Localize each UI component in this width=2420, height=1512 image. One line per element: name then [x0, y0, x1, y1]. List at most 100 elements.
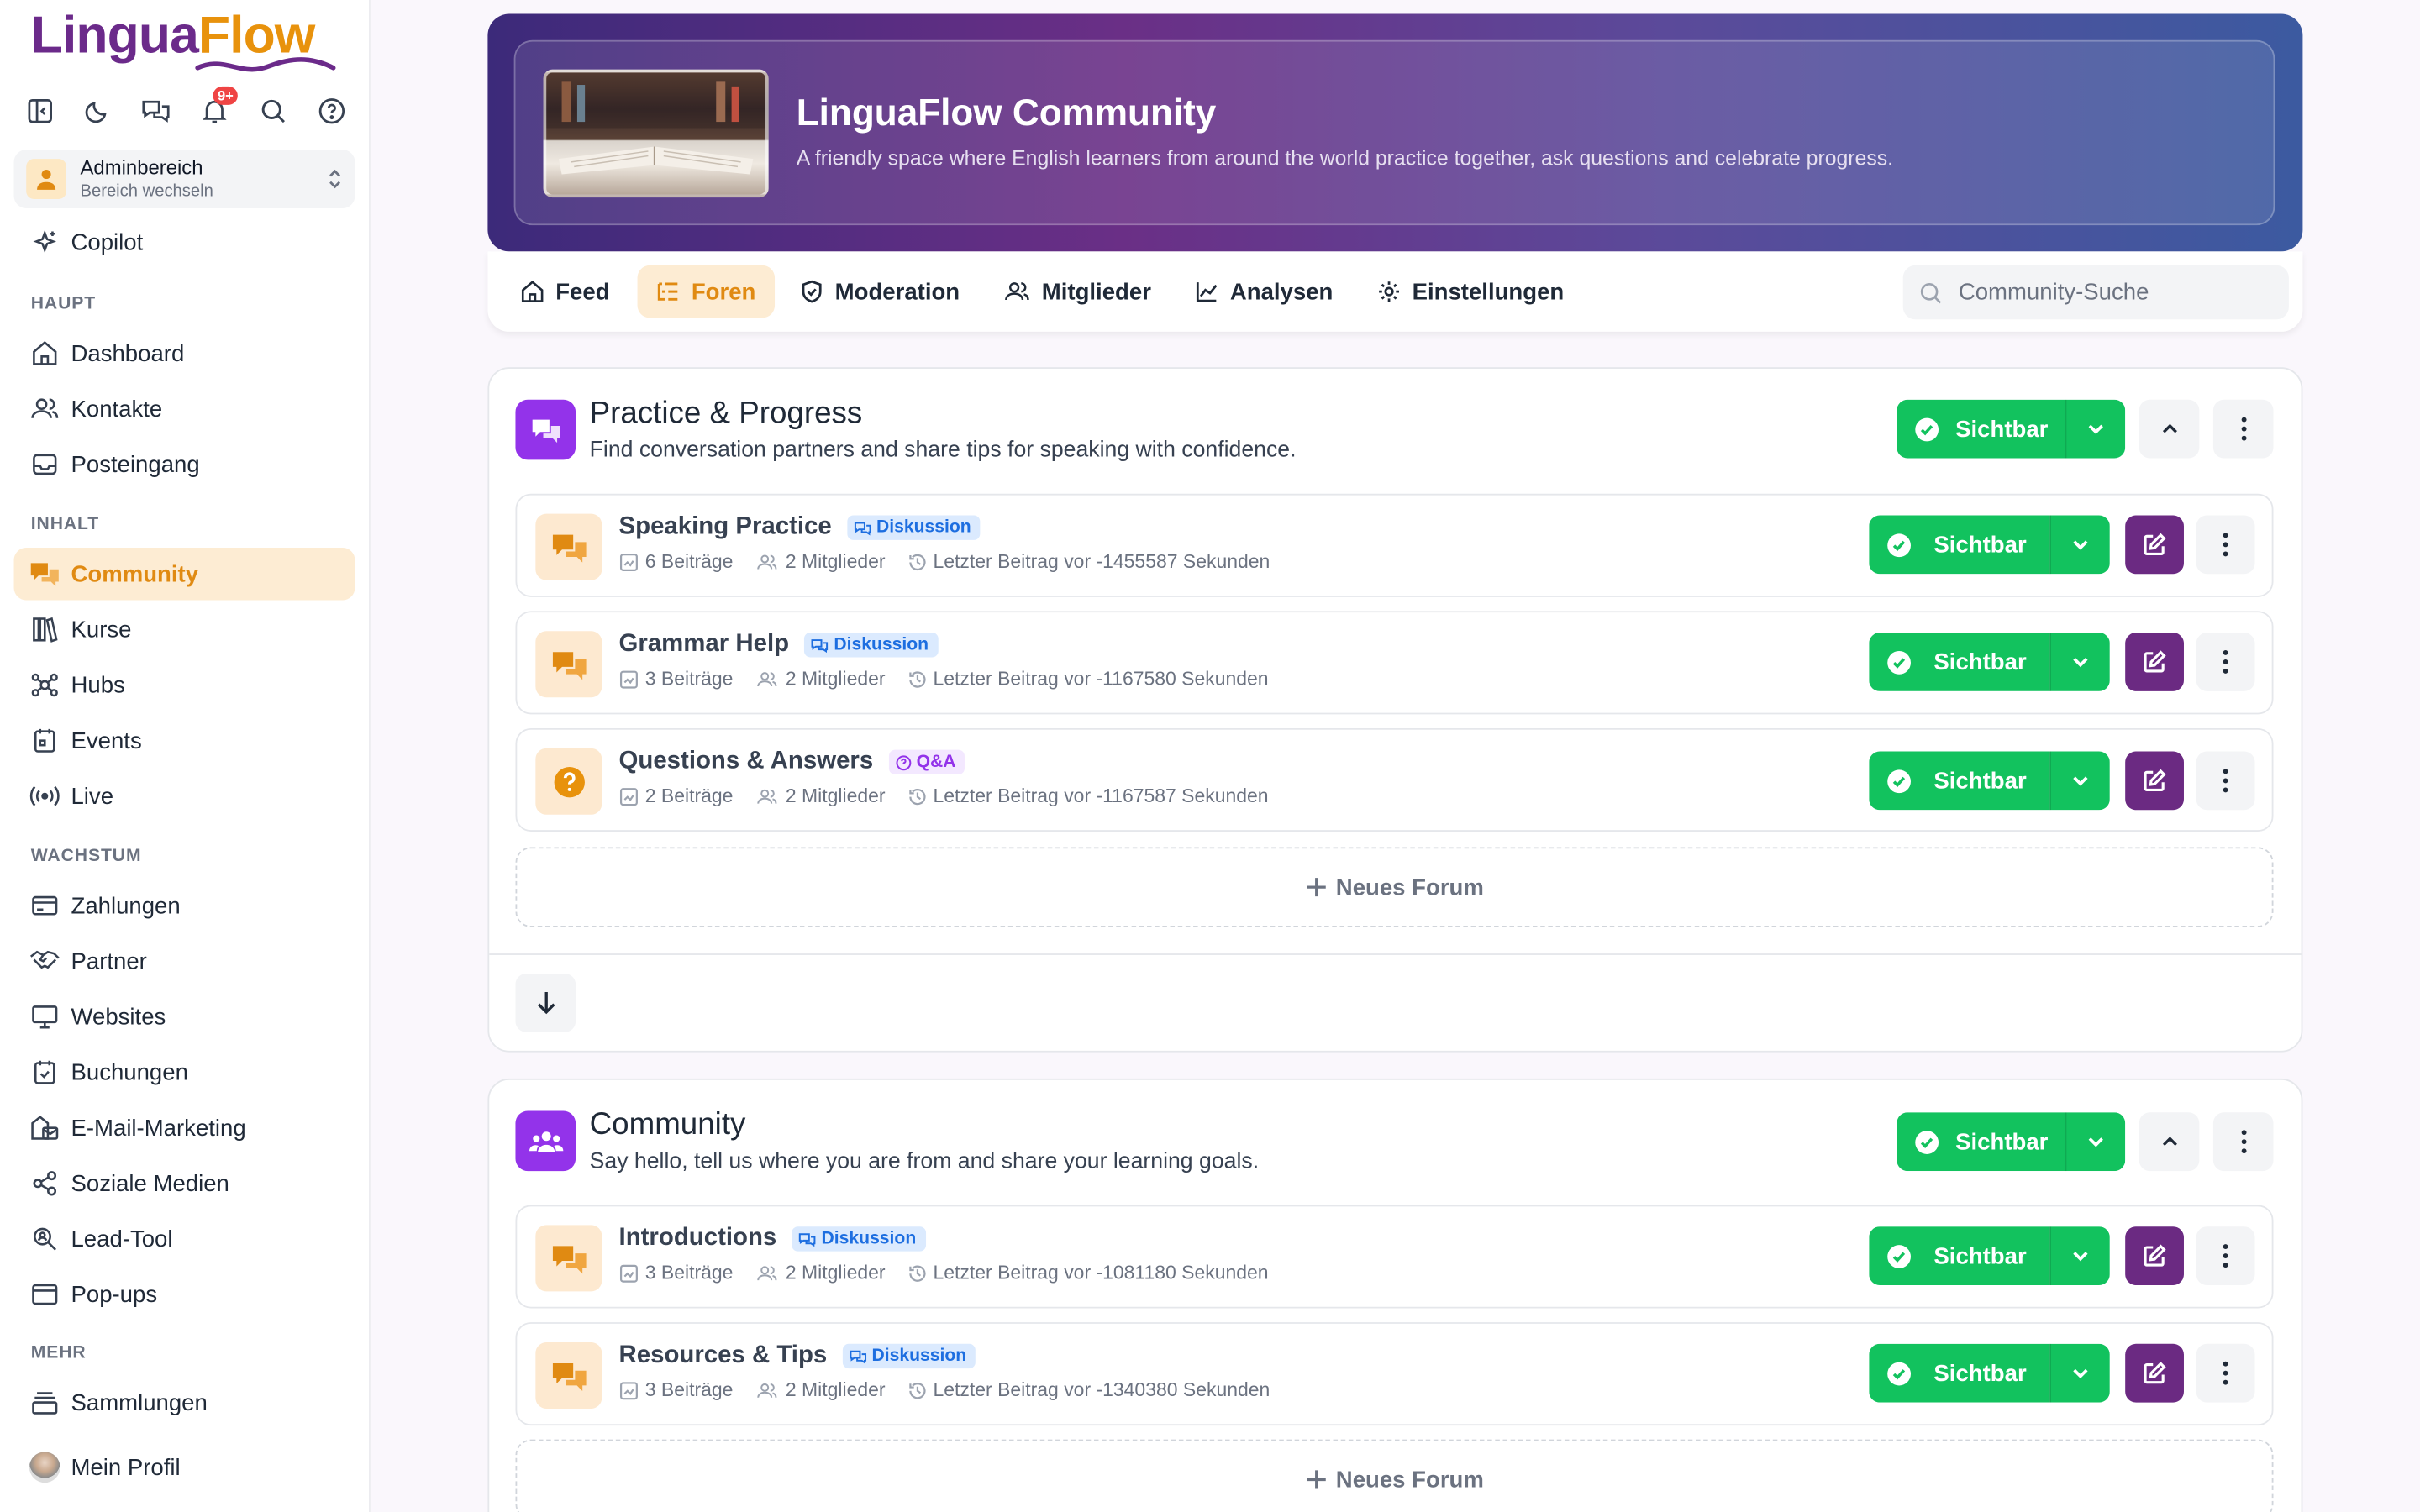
sidebar-item-lead-tool[interactable]: Lead-Tool — [14, 1213, 355, 1265]
forum-title[interactable]: Resources & Tips — [619, 1342, 828, 1370]
sidebar-item-bookings[interactable]: Buchungen — [14, 1046, 355, 1098]
sidebar-item-live[interactable]: Live — [14, 770, 355, 822]
forum-more-button[interactable] — [2196, 751, 2255, 811]
visibility-main[interactable]: Sichtbar — [1897, 399, 2065, 459]
qa-icon — [895, 753, 912, 770]
category-more-button[interactable] — [2212, 399, 2274, 459]
sidebar-item-social-media[interactable]: Soziale Medien — [14, 1158, 355, 1210]
tab-settings[interactable]: Einstellungen — [1358, 265, 1582, 318]
community-chat-icon — [29, 559, 60, 590]
edit-forum-button[interactable] — [2125, 1343, 2184, 1403]
sidebar-item-hubs[interactable]: Hubs — [14, 659, 355, 711]
forum-visibility-button[interactable]: Sichtbar — [1869, 1226, 2110, 1286]
category-more-button[interactable] — [2212, 1112, 2274, 1172]
category-visibility-button[interactable]: Sichtbar — [1897, 399, 2126, 459]
edit-forum-button[interactable] — [2125, 633, 2184, 691]
sidebar-item-partners[interactable]: Partner — [14, 935, 355, 987]
forum-title[interactable]: Grammar Help — [619, 631, 790, 659]
forum-title[interactable]: Speaking Practice — [619, 514, 832, 542]
sidebar-item-community[interactable]: Community — [13, 548, 355, 601]
sidebar-item-payments[interactable]: Zahlungen — [14, 879, 355, 932]
community-search[interactable] — [1902, 265, 2289, 320]
sidebar-item-popups[interactable]: Pop-ups — [14, 1268, 355, 1320]
sidebar-item-events[interactable]: Events — [14, 714, 355, 766]
category-visibility-button[interactable]: Sichtbar — [1897, 1112, 2126, 1172]
sidebar-item-my-profile[interactable]: Mein Profil — [14, 1441, 355, 1494]
visibility-main[interactable]: Sichtbar — [1869, 1226, 2050, 1286]
edit-forum-button[interactable] — [2125, 751, 2184, 811]
tab-members[interactable]: Mitglieder — [985, 265, 1170, 318]
forum-member-count: 2 Mitglieder — [785, 785, 886, 807]
popup-window-icon — [29, 1279, 60, 1310]
forum-last-post: Letzter Beitrag vor -1167587 Sekunden — [933, 785, 1269, 807]
visibility-dropdown[interactable] — [2065, 399, 2126, 459]
forum-chat-icon — [535, 631, 602, 698]
visibility-dropdown[interactable] — [2049, 1343, 2110, 1403]
forum-visibility-button[interactable]: Sichtbar — [1869, 751, 2110, 811]
visibility-dropdown[interactable] — [2049, 1226, 2110, 1286]
forum-member-count: 2 Mitglieder — [785, 668, 886, 690]
sparkles-icon — [29, 227, 60, 258]
move-category-down-button[interactable] — [515, 973, 576, 1032]
new-forum-button[interactable]: Neues Forum — [515, 1439, 2274, 1512]
visibility-main[interactable]: Sichtbar — [1869, 515, 2050, 575]
plus-icon — [1306, 1470, 1325, 1489]
sidebar-item-courses[interactable]: Kurse — [14, 603, 355, 655]
sidebar-item-collections[interactable]: Sammlungen — [14, 1376, 355, 1428]
edit-forum-button[interactable] — [2125, 1226, 2184, 1286]
tab-forums[interactable]: Foren — [637, 265, 775, 318]
visibility-dropdown[interactable] — [2049, 751, 2110, 811]
search-icon[interactable] — [255, 92, 292, 129]
edit-forum-button[interactable] — [2125, 515, 2184, 575]
tab-moderation[interactable]: Moderation — [781, 265, 978, 318]
forum-more-button[interactable] — [2196, 1226, 2255, 1286]
dark-mode-icon[interactable] — [79, 92, 116, 129]
collapse-category-button[interactable] — [2139, 1112, 2200, 1172]
forum-title-wrap: Speaking Practice Diskussion — [619, 514, 981, 542]
edit-icon — [2144, 1362, 2166, 1384]
forum-more-button[interactable] — [2196, 1343, 2255, 1403]
collapse-category-button[interactable] — [2139, 399, 2200, 459]
area-switcher[interactable]: Adminbereich Bereich wechseln — [13, 150, 355, 208]
visibility-main[interactable]: Sichtbar — [1897, 1112, 2065, 1172]
forum-more-button[interactable] — [2196, 633, 2255, 691]
chat-bubbles-icon — [515, 399, 576, 460]
sidebar-item-websites[interactable]: Websites — [14, 990, 355, 1042]
forum-last-post: Letzter Beitrag vor -1167580 Sekunden — [933, 668, 1269, 690]
visibility-dropdown[interactable] — [2049, 633, 2110, 691]
sidebar-item-contacts[interactable]: Kontakte — [14, 383, 355, 435]
forum-title[interactable]: Introductions — [619, 1225, 777, 1252]
sidebar-item-inbox[interactable]: Posteingang — [14, 438, 355, 491]
home-icon — [29, 338, 60, 369]
visibility-dropdown[interactable] — [2065, 1112, 2126, 1172]
visibility-main[interactable]: Sichtbar — [1869, 1343, 2050, 1403]
badge-label: Diskussion — [876, 518, 971, 538]
members-icon — [757, 1265, 777, 1280]
forum-title[interactable]: Questions & Answers — [619, 748, 874, 776]
category-title: Practice & Progress — [589, 396, 863, 431]
visibility-main[interactable]: Sichtbar — [1869, 633, 2050, 691]
forum-visibility-button[interactable]: Sichtbar — [1869, 515, 2110, 575]
help-icon[interactable] — [313, 92, 350, 129]
community-header-card — [513, 39, 2275, 226]
sidebar-item-label: Buchungen — [71, 1058, 188, 1086]
community-search-input[interactable] — [1958, 279, 2268, 306]
tab-analytics[interactable]: Analysen — [1176, 265, 1352, 318]
forum-more-button[interactable] — [2196, 515, 2255, 575]
sidebar-item-copilot[interactable]: Copilot — [14, 216, 355, 268]
posts-icon — [619, 1381, 638, 1399]
new-forum-button[interactable]: Neues Forum — [515, 847, 2274, 927]
notifications-bell-icon[interactable]: 9+ — [196, 86, 239, 129]
switcher-title: Adminbereich — [80, 155, 203, 180]
sidebar-item-email-marketing[interactable]: E-Mail-Marketing — [14, 1101, 355, 1153]
chat-icon[interactable] — [137, 92, 174, 129]
sidebar-item-dashboard[interactable]: Dashboard — [14, 327, 355, 379]
tab-feed[interactable]: Feed — [502, 265, 629, 318]
forum-visibility-button[interactable]: Sichtbar — [1869, 1343, 2110, 1403]
visibility-label: Sichtbar — [1933, 648, 2027, 675]
collapse-sidebar-icon[interactable] — [22, 92, 59, 129]
forum-visibility-button[interactable]: Sichtbar — [1869, 633, 2110, 691]
history-icon — [908, 1264, 925, 1281]
visibility-dropdown[interactable] — [2049, 515, 2110, 575]
visibility-main[interactable]: Sichtbar — [1869, 751, 2050, 811]
